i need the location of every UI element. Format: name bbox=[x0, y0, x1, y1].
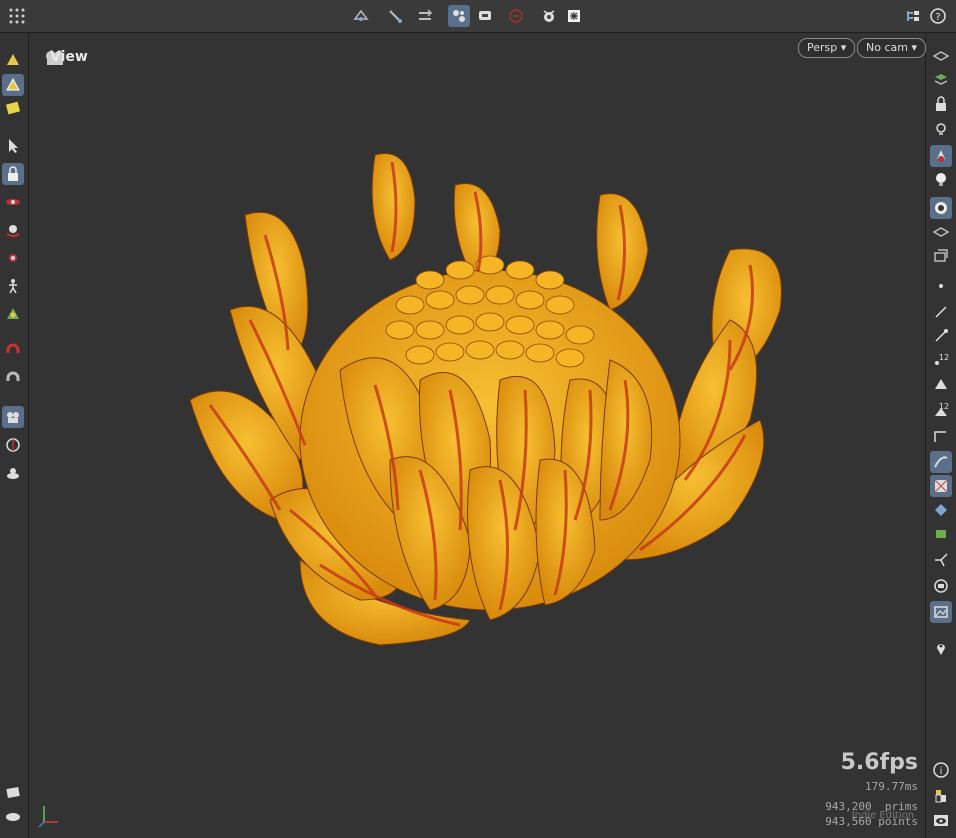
projection-dropdown[interactable]: Persp ▾ bbox=[798, 38, 856, 58]
axis-gizmo-icon bbox=[38, 806, 58, 828]
layout-icon[interactable] bbox=[902, 5, 924, 27]
scale-tool-icon[interactable] bbox=[2, 247, 24, 269]
grid-menu-icon[interactable] bbox=[6, 5, 28, 27]
render-settings-icon[interactable] bbox=[448, 5, 470, 27]
points-value: 943,560 bbox=[825, 815, 872, 828]
right-toolbar: 12 12 i bbox=[925, 33, 956, 838]
svg-text:?: ? bbox=[935, 12, 940, 23]
snap-grid-icon[interactable] bbox=[350, 5, 372, 27]
magnet-snap-icon[interactable] bbox=[2, 341, 24, 363]
lighting-icon[interactable] bbox=[563, 5, 585, 27]
view-tool-icon[interactable] bbox=[2, 406, 24, 428]
snap-prim-icon[interactable] bbox=[384, 5, 406, 27]
render-region-icon[interactable] bbox=[2, 434, 24, 456]
prim-display-icon[interactable] bbox=[930, 373, 952, 395]
normal-display-icon[interactable] bbox=[930, 325, 952, 347]
pose-tool-icon[interactable] bbox=[2, 275, 24, 297]
bounding-box-icon[interactable] bbox=[930, 499, 952, 521]
light-link-icon[interactable] bbox=[930, 119, 952, 141]
handle-tool-icon[interactable] bbox=[2, 303, 24, 325]
layer-icon[interactable] bbox=[930, 69, 952, 91]
render-camera-icon[interactable] bbox=[2, 462, 24, 484]
points-label: points bbox=[878, 815, 918, 828]
edge-display-icon[interactable] bbox=[930, 301, 952, 323]
eye-icon[interactable] bbox=[930, 809, 952, 831]
wireframe-icon[interactable] bbox=[930, 245, 952, 267]
fps-readout: 5.6fps bbox=[840, 750, 918, 775]
image-display-icon[interactable] bbox=[930, 601, 952, 623]
location-pin-icon[interactable] bbox=[930, 637, 952, 659]
frame-time-readout: 179.77ms bbox=[865, 780, 918, 793]
background-icon[interactable] bbox=[930, 575, 952, 597]
projection-label: Persp bbox=[807, 41, 838, 54]
flower-render bbox=[189, 153, 782, 646]
prim-numbers-icon[interactable]: 12 bbox=[930, 399, 952, 421]
top-toolbar: ? bbox=[0, 0, 956, 33]
rotate-tool-icon[interactable] bbox=[2, 219, 24, 241]
bulb-icon[interactable] bbox=[930, 169, 952, 191]
select-edges-icon[interactable] bbox=[2, 74, 24, 96]
move-tool-icon[interactable] bbox=[2, 191, 24, 213]
select-arrow-icon[interactable] bbox=[2, 135, 24, 157]
pivot-icon[interactable] bbox=[930, 549, 952, 571]
uv-display-icon[interactable] bbox=[930, 425, 952, 447]
lock-icon[interactable] bbox=[930, 93, 952, 115]
point-numbers-icon[interactable]: 12 bbox=[930, 349, 952, 371]
svg-text:i: i bbox=[940, 766, 943, 777]
texture-icon[interactable] bbox=[930, 475, 952, 497]
chevron-down-icon: ▾ bbox=[840, 41, 847, 54]
lock-select-icon[interactable] bbox=[2, 163, 24, 185]
viewport-title: View bbox=[50, 49, 88, 65]
snapshot-icon[interactable] bbox=[2, 781, 24, 803]
select-prims-icon[interactable] bbox=[2, 97, 24, 119]
camera-settings-icon[interactable] bbox=[538, 5, 560, 27]
help-icon[interactable]: ? bbox=[927, 5, 949, 27]
left-toolbar bbox=[0, 33, 29, 838]
grid-plane-icon[interactable] bbox=[930, 523, 952, 545]
ghost-icon[interactable] bbox=[930, 145, 952, 167]
point-display-icon[interactable] bbox=[930, 275, 952, 297]
shading-icon[interactable] bbox=[930, 221, 952, 243]
stats-icon[interactable] bbox=[930, 785, 952, 807]
grid-display-icon[interactable] bbox=[2, 805, 24, 827]
visibility-icon[interactable] bbox=[930, 45, 952, 67]
points-count: 943,560 points bbox=[825, 815, 918, 828]
magnet-options-icon[interactable] bbox=[2, 369, 24, 391]
camera-dropdown[interactable]: No cam ▾ bbox=[857, 38, 926, 58]
chevron-down-icon: ▾ bbox=[911, 41, 917, 54]
svg-text:12: 12 bbox=[939, 402, 949, 411]
svg-text:12: 12 bbox=[939, 353, 949, 362]
snap-multi-icon[interactable] bbox=[414, 5, 436, 27]
stop-render-icon[interactable] bbox=[505, 5, 527, 27]
info-icon[interactable]: i bbox=[930, 759, 952, 781]
camera-label: No cam bbox=[866, 41, 908, 54]
camera-icon[interactable] bbox=[930, 197, 952, 219]
display-options-icon[interactable] bbox=[474, 5, 496, 27]
select-points-icon[interactable] bbox=[2, 49, 24, 71]
smooth-shading-icon[interactable] bbox=[930, 451, 952, 473]
